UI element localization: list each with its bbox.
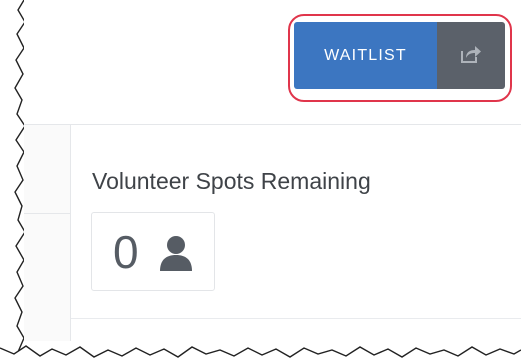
volunteer-count-value: 0 (113, 226, 139, 278)
torn-edge-bottom (0, 345, 521, 364)
header-divider (24, 124, 521, 125)
volunteer-spots-title: Volunteer Spots Remaining (92, 168, 371, 194)
section-divider (71, 318, 521, 319)
page: WAITLIST Volunteer Spots Remaining 0 (0, 0, 521, 364)
share-icon (460, 44, 482, 67)
waitlist-button[interactable]: WAITLIST (294, 22, 437, 89)
share-button[interactable] (437, 22, 505, 89)
person-icon (158, 234, 194, 272)
left-column-divider (24, 213, 70, 214)
volunteer-count-box (91, 212, 215, 291)
left-column (24, 125, 71, 341)
waitlist-button-label: WAITLIST (324, 46, 407, 64)
torn-edge-left (0, 0, 24, 364)
